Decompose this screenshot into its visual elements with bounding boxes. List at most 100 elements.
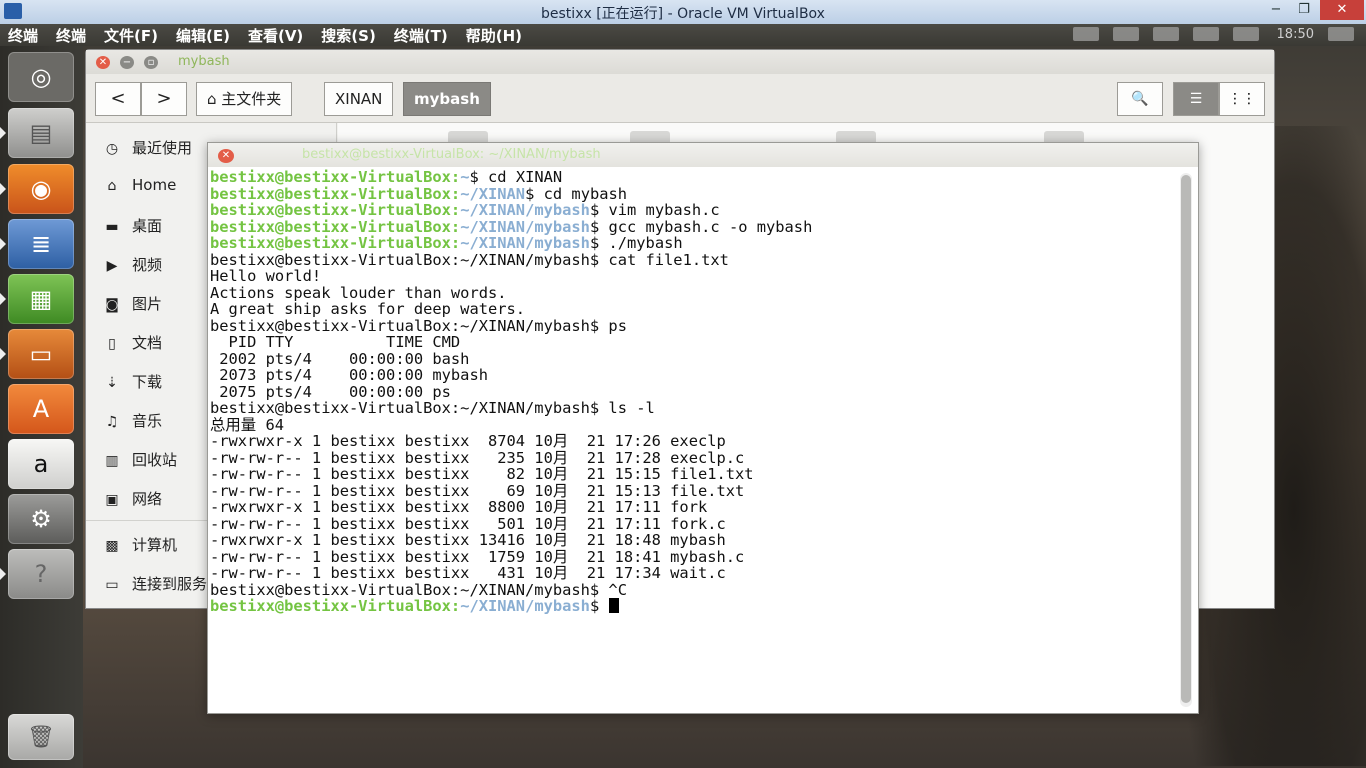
ubuntu-dash-icon[interactable]: ◎: [8, 52, 74, 102]
impress-icon[interactable]: ▭: [0, 329, 74, 379]
prompt-path: ~/XINAN: [460, 184, 526, 203]
terminal-line: bestixx@bestixx-VirtualBox:~/XINAN/mybas…: [210, 580, 627, 599]
list-icon: ☰: [1189, 91, 1203, 107]
command-text: gcc mybash.c -o mybash: [599, 217, 813, 236]
computer-icon: ▩: [105, 538, 119, 554]
terminal-titlebar: ✕ bestixx@bestixx-VirtualBox: ~/XINAN/my…: [208, 143, 1198, 167]
maximize-button[interactable]: ❐: [1290, 0, 1318, 20]
clock-icon: ◷: [105, 141, 119, 157]
sidebar-item-documents[interactable]: ▯ 文档: [102, 332, 162, 353]
files-minimize-icon[interactable]: −: [120, 56, 134, 69]
sidebar-item-home[interactable]: ⌂ Home: [102, 176, 177, 194]
writer-icon[interactable]: ≣: [0, 219, 74, 269]
help-icon[interactable]: ?: [0, 549, 74, 599]
prompt-path: ~/XINAN/mybash: [460, 234, 590, 252]
menu-help[interactable]: 帮助(H): [466, 25, 522, 46]
grid-icon: ⋮⋮: [1228, 91, 1256, 107]
menu-edit[interactable]: 编辑(E): [176, 25, 230, 46]
search-icon: 🔍: [1131, 91, 1149, 107]
terminal-line: bestixx@bestixx-VirtualBox:~/XINAN/mybas…: [210, 598, 1175, 615]
terminal-line: bestixx@bestixx-VirtualBox:~/XINAN/mybas…: [210, 234, 683, 252]
amazon-icon[interactable]: a: [8, 439, 74, 489]
scrollbar-thumb[interactable]: [1181, 175, 1191, 703]
power-icon[interactable]: [1328, 27, 1354, 41]
terminal-line: -rwxrwxr-x 1 bestixx bestixx 8704 10月 21…: [210, 432, 726, 450]
command-text: cd mybash: [534, 184, 628, 203]
launcher: ◎ ▤ ◉ ≣ ▦ ▭ A a ⚙ ? 🗑: [0, 46, 83, 768]
menu-terminal[interactable]: 终端: [56, 25, 86, 46]
terminal-line: -rw-rw-r-- 1 bestixx bestixx 501 10月 21 …: [210, 514, 726, 533]
volume-icon[interactable]: [1232, 27, 1259, 41]
command-text: cd XINAN: [478, 169, 563, 186]
terminal-line: bestixx@bestixx-VirtualBox:~$ cd XINAN: [210, 169, 563, 186]
terminal-line: -rw-rw-r-- 1 bestixx bestixx 82 10月 21 1…: [210, 465, 754, 483]
menu-terminal-t[interactable]: 终端(T): [394, 25, 448, 46]
firefox-icon[interactable]: ◉: [0, 164, 74, 214]
list-view-button[interactable]: ☰: [1173, 82, 1219, 116]
files-close-icon[interactable]: ✕: [96, 56, 110, 69]
input-method-icon[interactable]: [1112, 27, 1139, 41]
calc-icon[interactable]: ▦: [0, 274, 74, 324]
files-maximize-icon[interactable]: ▫: [144, 56, 158, 69]
sidebar-item-downloads[interactable]: ⇣ 下载: [102, 371, 162, 392]
files-icon[interactable]: ▤: [0, 108, 74, 158]
menu-bar: 终端 终端 文件(F) 编辑(E) 查看(V) 搜索(S) 终端(T) 帮助(H…: [0, 25, 540, 46]
folder-icon: ▬: [105, 219, 119, 235]
terminal-line: bestixx@bestixx-VirtualBox:~/XINAN/mybas…: [210, 201, 720, 219]
breadcrumb-xinan[interactable]: XINAN: [324, 82, 394, 116]
search-button[interactable]: 🔍: [1117, 82, 1163, 116]
sidebar-item-recent[interactable]: ◷ 最近使用: [102, 137, 192, 158]
clock[interactable]: 18:50: [1277, 27, 1314, 42]
prompt-user: bestixx@bestixx-VirtualBox: [210, 169, 451, 186]
sidebar-item-computer[interactable]: ▩ 计算机: [102, 534, 177, 555]
system-settings-icon[interactable]: ⚙: [8, 494, 74, 544]
menu-file[interactable]: 文件(F): [104, 25, 158, 46]
terminal-close-icon[interactable]: ✕: [218, 149, 234, 163]
menu-search[interactable]: 搜索(S): [321, 25, 376, 46]
prompt-user: bestixx@bestixx-VirtualBox: [210, 184, 451, 203]
files-window-title: mybash: [178, 54, 230, 69]
prompt-user: bestixx@bestixx-VirtualBox: [210, 234, 451, 252]
trash-icon[interactable]: 🗑: [8, 714, 74, 760]
video-icon: ▶: [106, 258, 118, 274]
minimize-button[interactable]: −: [1262, 0, 1290, 20]
back-button[interactable]: <: [95, 82, 141, 116]
terminal-line: Actions speak louder than words.: [210, 283, 507, 302]
terminal-line: bestixx@bestixx-VirtualBox:~/XINAN$ cd m…: [210, 184, 628, 203]
command-text: vim mybash.c: [599, 201, 720, 219]
terminal-line: 2075 pts/4 00:00:00 ps: [210, 382, 451, 401]
close-button[interactable]: ✕: [1320, 0, 1364, 20]
breadcrumb-mybash[interactable]: mybash: [403, 82, 491, 116]
prompt-path: ~/XINAN/mybash: [460, 597, 590, 615]
terminal-title: bestixx@bestixx-VirtualBox: ~/XINAN/myba…: [302, 147, 601, 162]
document-icon: ▯: [108, 336, 116, 352]
sidebar-item-pictures[interactable]: ◙ 图片: [102, 293, 162, 314]
sidebar-item-network[interactable]: ▣ 网络: [102, 488, 162, 509]
terminal-window: ✕ bestixx@bestixx-VirtualBox: ~/XINAN/my…: [207, 142, 1199, 714]
prompt-user: bestixx@bestixx-VirtualBox: [210, 201, 451, 219]
battery-icon[interactable]: [1192, 27, 1219, 41]
terminal-line: PID TTY TIME CMD: [210, 333, 461, 351]
keyboard-icon[interactable]: [1072, 27, 1099, 41]
software-center-icon[interactable]: A: [8, 384, 74, 434]
terminal-line: bestixx@bestixx-VirtualBox:~/XINAN/mybas…: [210, 250, 729, 269]
terminal-line: bestixx@bestixx-VirtualBox:~/XINAN/mybas…: [210, 217, 813, 236]
command-text: ./mybash: [599, 234, 683, 252]
sidebar-item-music[interactable]: ♫ 音乐: [102, 410, 162, 431]
sidebar-item-trash[interactable]: ▥ 回收站: [102, 449, 177, 470]
terminal-line: bestixx@bestixx-VirtualBox:~/XINAN/mybas…: [210, 316, 627, 335]
menu-view[interactable]: 查看(V): [248, 25, 303, 46]
forward-button[interactable]: >: [141, 82, 187, 116]
terminal-scrollbar[interactable]: [1180, 173, 1192, 707]
terminal-line: -rwxrwxr-x 1 bestixx bestixx 13416 10月 2…: [210, 531, 726, 549]
grid-view-button[interactable]: ⋮⋮: [1219, 82, 1265, 116]
terminal-line: 2002 pts/4 00:00:00 bash: [210, 349, 470, 368]
home-icon: ⌂: [207, 90, 222, 108]
sidebar-item-videos[interactable]: ▶ 视频: [102, 254, 162, 275]
terminal-line: 总用量 64: [210, 415, 284, 434]
terminal-output[interactable]: bestixx@bestixx-VirtualBox:~$ cd XINAN be…: [210, 169, 1175, 709]
breadcrumb-home[interactable]: ⌂ 主文件夹: [196, 82, 293, 116]
sidebar-item-desktop[interactable]: ▬ 桌面: [102, 215, 162, 236]
sidebar-item-connect-server[interactable]: ▭ 连接到服务器: [102, 573, 222, 594]
network-icon[interactable]: [1152, 27, 1179, 41]
